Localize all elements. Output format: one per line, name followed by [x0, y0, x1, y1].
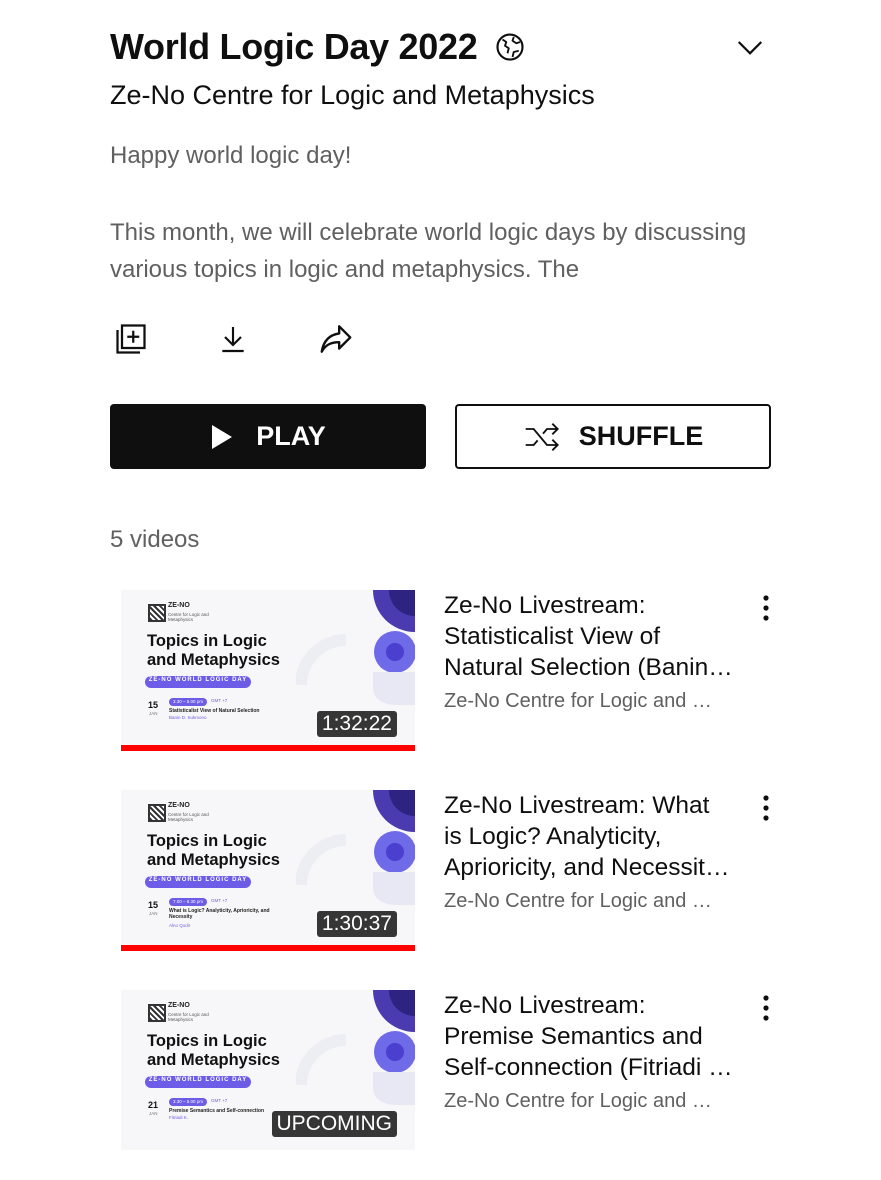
zeno-logo-icon: [148, 1004, 166, 1022]
more-vert-icon: [763, 595, 769, 621]
thumb-day: 15: [148, 700, 159, 710]
thumb-gmt: GMT +7: [211, 1098, 228, 1103]
play-icon: [212, 424, 233, 449]
thumb-headline-line: and Metaphysics: [147, 851, 280, 869]
thumb-pill-text: ZE-NO WORLD LOGIC DAY: [148, 877, 248, 883]
thumb-decoration: [296, 834, 347, 886]
share-icon: [320, 325, 352, 353]
video-thumbnail[interactable]: ZE-NO Centre for Logic and Metaphysics T…: [121, 790, 415, 950]
thumb-headline: Topics in Logic and Metaphysics: [147, 832, 280, 870]
more-options-button[interactable]: [752, 794, 780, 822]
thumb-brand: ZE-NO: [168, 802, 190, 809]
zeno-logo-icon: [148, 804, 166, 822]
thumb-time: 3.30 – 5.00 pm: [172, 1098, 204, 1104]
thumb-time: 3.30 – 5.00 pm: [172, 698, 204, 704]
playlist-header: World Logic Day 2022: [110, 26, 525, 68]
video-duration-badge: 1:32:22: [316, 711, 397, 737]
chevron-down-icon[interactable]: [735, 32, 765, 62]
video-title-line: Natural Selection (Banin…: [444, 654, 733, 681]
video-title-line: Premise Semantics and: [444, 1023, 703, 1050]
thumb-gmt: GMT +7: [211, 898, 228, 903]
video-title[interactable]: Ze-No Livestream: Premise Semantics and …: [444, 990, 744, 1083]
thumb-decoration: [296, 634, 347, 686]
video-thumbnail[interactable]: ZE-NO Centre for Logic and Metaphysics T…: [121, 590, 415, 750]
watched-progress-bar: [121, 945, 415, 951]
video-channel: Ze-No Centre for Logic and …: [444, 690, 712, 712]
video-title[interactable]: Ze-No Livestream: What is Logic? Analyti…: [444, 790, 744, 883]
thumb-brand: ZE-NO: [168, 1002, 190, 1009]
thumb-headline-line: and Metaphysics: [147, 1051, 280, 1069]
thumb-month: JAN: [149, 911, 158, 916]
save-to-library-button[interactable]: [110, 318, 152, 360]
thumb-day: 15: [148, 900, 159, 910]
more-vert-icon: [763, 995, 769, 1021]
play-all-button[interactable]: PLAY: [110, 404, 426, 469]
description-text[interactable]: This month, we will celebrate world logi…: [110, 214, 770, 288]
thumb-headline: Topics in Logic and Metaphysics: [147, 1032, 280, 1070]
thumb-headline-line: Topics in Logic: [147, 832, 267, 850]
download-button[interactable]: [212, 318, 254, 360]
play-label: PLAY: [256, 421, 326, 451]
globe-icon: [496, 33, 525, 61]
more-options-button[interactable]: [752, 594, 780, 622]
shuffle-icon: [525, 422, 559, 451]
thumb-headline-line: Topics in Logic: [147, 1032, 267, 1050]
thumb-brand-sub: Centre for Logic and Metaphysics: [168, 1012, 209, 1022]
video-title-line: Ze-No Livestream:: [444, 592, 646, 619]
more-options-button[interactable]: [752, 994, 780, 1022]
thumb-talk-title: What is Logic? Analyticity, Aprioricity,…: [169, 908, 270, 920]
video-channel: Ze-No Centre for Logic and …: [444, 1090, 712, 1112]
video-duration-badge: UPCOMING: [271, 1111, 397, 1137]
thumb-brand-sub: Centre for Logic and Metaphysics: [168, 612, 209, 622]
video-channel: Ze-No Centre for Logic and …: [444, 890, 712, 912]
thumb-speaker: Fitriadi K.: [169, 1115, 189, 1120]
download-icon: [222, 327, 244, 353]
add-to-library-icon: [116, 324, 146, 354]
thumb-headline: Topics in Logic and Metaphysics: [147, 632, 280, 670]
playlist-title: World Logic Day 2022: [110, 26, 478, 67]
video-title-line: Self-connection (Fitriadi …: [444, 1054, 733, 1081]
video-title-line: Aprioricity, and Necessit…: [444, 854, 730, 881]
video-list-item[interactable]: ZE-NO Centre for Logic and Metaphysics T…: [0, 590, 881, 780]
thumb-headline-line: and Metaphysics: [147, 651, 280, 669]
thumb-month: JAN: [149, 1111, 158, 1116]
video-title-line: Statisticalist View of: [444, 623, 661, 650]
thumb-month: JAN: [149, 711, 158, 716]
thumb-pill-text: ZE-NO WORLD LOGIC DAY: [148, 677, 248, 683]
thumb-headline-line: Topics in Logic: [147, 632, 267, 650]
thumb-decoration: [296, 1034, 347, 1086]
more-vert-icon: [763, 795, 769, 821]
thumb-gmt: GMT +7: [211, 698, 228, 703]
thumb-brand-sub: Centre for Logic and Metaphysics: [168, 812, 209, 822]
thumb-talk-title: Statisticalist View of Natural Selection: [169, 708, 260, 714]
shuffle-button[interactable]: SHUFFLE: [455, 404, 771, 469]
watched-progress-bar: [121, 745, 415, 751]
thumb-brand: ZE-NO: [168, 602, 190, 609]
zeno-logo-icon: [148, 604, 166, 622]
thumb-day: 21: [148, 1100, 159, 1110]
thumb-pill-text: ZE-NO WORLD LOGIC DAY: [148, 1077, 248, 1083]
video-list-item[interactable]: ZE-NO Centre for Logic and Metaphysics T…: [0, 790, 881, 980]
share-button[interactable]: [315, 318, 357, 360]
thumb-speaker: Alno Qodir: [169, 923, 191, 928]
description-line-1: Happy world logic day!: [110, 142, 352, 169]
video-title-line: Ze-No Livestream: What: [444, 792, 710, 819]
playlist-channel[interactable]: Ze-No Centre for Logic and Metaphysics: [110, 80, 595, 111]
thumb-time: 7.00 – 8.30 pm: [172, 898, 204, 904]
video-thumbnail[interactable]: ZE-NO Centre for Logic and Metaphysics T…: [121, 990, 415, 1150]
thumb-speaker: Banin D. Sukmono: [169, 715, 207, 720]
video-title-line: is Logic? Analyticity,: [444, 823, 662, 850]
video-title-line: Ze-No Livestream:: [444, 992, 646, 1019]
video-count: 5 videos: [110, 526, 200, 553]
video-list-item[interactable]: ZE-NO Centre for Logic and Metaphysics T…: [0, 990, 881, 1180]
video-duration-badge: 1:30:37: [316, 911, 397, 937]
shuffle-label: SHUFFLE: [578, 421, 704, 451]
video-title[interactable]: Ze-No Livestream: Statisticalist View of…: [444, 590, 744, 683]
